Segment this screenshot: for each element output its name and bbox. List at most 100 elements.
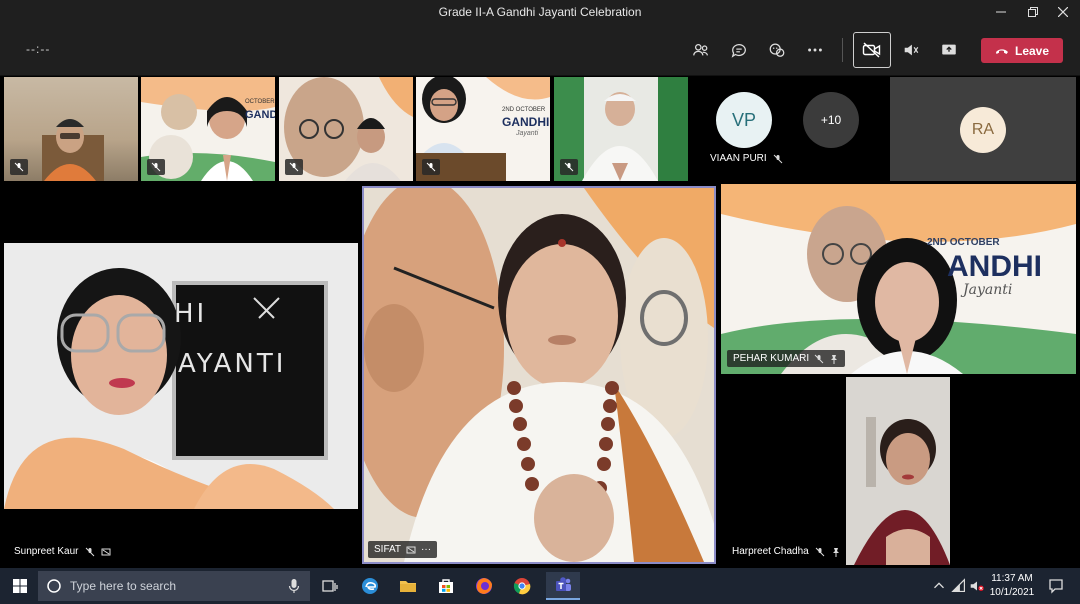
participant-tile[interactable]: 2ND OCTOBER ANDHI Jayanti PEHAR KUMARI — [721, 184, 1076, 374]
firefox-icon — [476, 578, 492, 594]
restore-icon — [1028, 7, 1038, 17]
poster-text-date: OCTOBER — [245, 99, 275, 105]
title-bar: Grade II-A Gandhi Jayanti Celebration — [0, 0, 1080, 24]
overflow-participants-button[interactable]: +10 — [803, 92, 859, 148]
mic-toggle-button[interactable] — [896, 36, 926, 64]
more-actions-button[interactable] — [800, 36, 830, 64]
mic-off-icon — [814, 354, 824, 363]
file-explorer-app[interactable] — [394, 572, 422, 600]
chalkboard-text-line1: HI — [174, 299, 208, 329]
teams-app[interactable] — [546, 572, 580, 600]
camera-off-icon — [862, 42, 881, 58]
mic-off-icon — [815, 547, 825, 556]
participant-name: VIAAN PURI — [710, 153, 783, 164]
people-icon — [693, 43, 708, 56]
tray-chevron-button[interactable] — [930, 572, 948, 600]
participant-more-button[interactable]: ··· — [421, 544, 431, 555]
poster-text-sub: Jayanti — [516, 130, 539, 137]
mic-off-icon — [14, 162, 24, 172]
chrome-app[interactable] — [508, 572, 536, 600]
participant-tile[interactable] — [4, 77, 138, 181]
mic-muted-badge — [10, 159, 28, 175]
participant-tile[interactable] — [846, 377, 950, 565]
reactions-icon — [769, 43, 785, 57]
pin-icon — [832, 547, 839, 557]
firefox-app[interactable] — [470, 572, 498, 600]
participant-tile[interactable]: VP VIAAN PURI +10 — [691, 77, 887, 181]
participant-tile[interactable]: RA — [890, 77, 1076, 181]
participant-video — [846, 377, 950, 565]
notification-icon — [1049, 579, 1063, 594]
poster-text-date: 2ND OCTOBER — [927, 237, 1000, 248]
pin-icon — [831, 354, 838, 364]
task-view-button[interactable] — [316, 572, 344, 600]
participant-name: Harpreet Chadha — [732, 546, 841, 557]
task-view-icon — [322, 580, 338, 592]
mic-off-icon — [289, 162, 299, 172]
mic-off-icon — [85, 547, 94, 556]
avatar: VP — [716, 92, 772, 148]
taskbar-clock[interactable]: 11:37 AM 10/1/2021 — [986, 572, 1038, 600]
maximize-button[interactable] — [1016, 0, 1050, 24]
start-button[interactable] — [6, 572, 34, 600]
microphone-icon — [288, 579, 300, 593]
participant-tile[interactable] — [554, 77, 688, 181]
screen-share-icon — [101, 548, 110, 555]
participant-name: PEHAR KUMARI — [727, 350, 846, 367]
share-icon — [942, 44, 956, 55]
edge-app[interactable] — [356, 572, 384, 600]
windows-taskbar: Type here to search 11:37 AM 10/1/2021 — [0, 568, 1080, 604]
participant-name: Sunpreet Kaur — [14, 546, 111, 557]
poster-text-date: 2ND OCTOBER — [502, 107, 546, 113]
avatar: RA — [960, 107, 1006, 153]
volume-button[interactable] — [968, 572, 986, 600]
chat-button[interactable] — [724, 36, 754, 64]
poster-text-title: GANDHI — [245, 109, 275, 121]
participant-tile[interactable]: HI AYANTI — [4, 243, 358, 509]
search-placeholder: Type here to search — [70, 579, 177, 593]
mic-muted-badge — [560, 159, 578, 175]
leave-button[interactable]: Leave — [981, 38, 1063, 63]
reactions-button[interactable] — [762, 36, 792, 64]
participant-name-label: SIFAT — [374, 544, 402, 555]
clock-date: 10/1/2021 — [989, 587, 1035, 598]
taskbar-search-box[interactable]: Type here to search — [38, 571, 310, 601]
participant-tile-active-speaker[interactable]: SIFAT ··· — [362, 186, 716, 564]
mic-muted-badge — [147, 159, 165, 175]
meeting-toolbar: --:-- Leave — [0, 24, 1080, 76]
minimize-button[interactable] — [984, 0, 1018, 24]
participant-tile[interactable] — [279, 77, 413, 181]
mic-off-icon — [151, 162, 161, 172]
poster-text-title: ANDHI — [947, 250, 1042, 283]
participant-name-label: Harpreet Chadha — [732, 546, 809, 557]
mic-off-icon — [564, 162, 574, 172]
call-timer: --:-- — [26, 42, 51, 56]
poster-text-sub: Jayanti — [963, 282, 1013, 298]
camera-toggle-button[interactable] — [853, 32, 891, 68]
clock-time: 11:37 AM — [991, 573, 1033, 584]
participant-name-label: PEHAR KUMARI — [733, 353, 810, 364]
poster-text-title: GANDHI — [502, 115, 550, 129]
edge-icon — [362, 578, 378, 594]
chat-icon — [731, 44, 746, 58]
participants-button[interactable] — [686, 36, 716, 64]
windows-logo-icon — [13, 579, 27, 593]
store-icon — [439, 579, 453, 593]
close-button[interactable] — [1046, 0, 1080, 24]
teams-icon — [556, 577, 571, 591]
network-button[interactable] — [950, 572, 968, 600]
participant-name-label: Sunpreet Kaur — [14, 546, 79, 557]
volume-muted-icon — [970, 581, 984, 591]
folder-icon — [400, 581, 416, 592]
search-icon — [47, 579, 61, 593]
store-app[interactable] — [432, 572, 460, 600]
participant-name: SIFAT ··· — [368, 541, 438, 558]
chevron-up-icon — [934, 582, 944, 589]
video-stage: OCTOBER GANDHI 2ND OCTOBER GANDHI Jayant… — [0, 77, 1080, 568]
participant-tile[interactable]: 2ND OCTOBER GANDHI Jayanti — [416, 77, 550, 181]
share-screen-button[interactable] — [934, 36, 964, 64]
network-icon — [951, 578, 965, 592]
participant-tile[interactable]: OCTOBER GANDHI — [141, 77, 275, 181]
notifications-button[interactable] — [1042, 572, 1070, 600]
chalkboard-text-line2: AYANTI — [178, 349, 287, 379]
